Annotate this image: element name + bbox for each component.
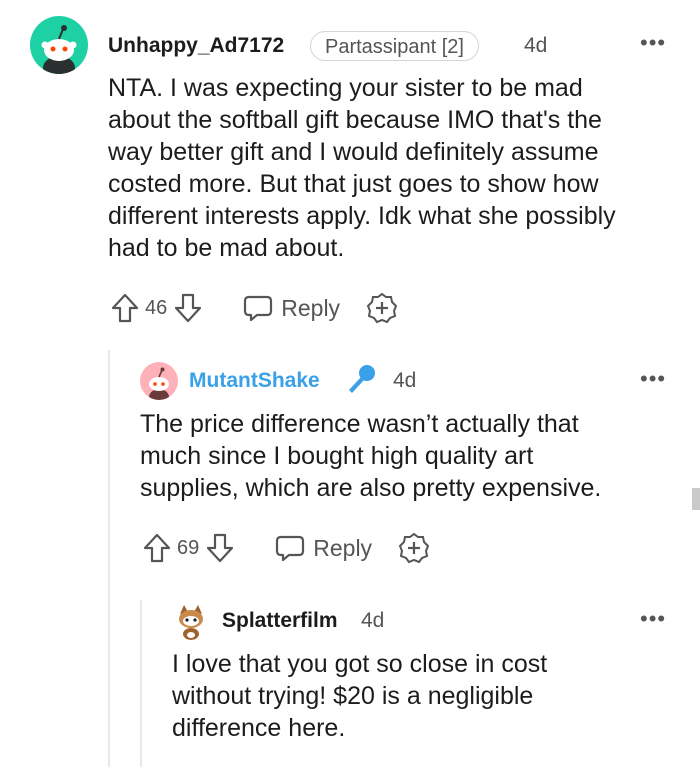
comment-bubble-icon bbox=[244, 295, 273, 322]
award-icon bbox=[366, 292, 398, 324]
comment-line: about the softball gift because IMO that… bbox=[108, 106, 602, 134]
thread-line[interactable] bbox=[140, 600, 142, 767]
downvote-icon[interactable] bbox=[205, 532, 235, 564]
award-button[interactable] bbox=[398, 532, 430, 564]
user-flair: Partassipant [2] bbox=[310, 31, 479, 61]
comment-line: different interests apply. Idk what she … bbox=[108, 202, 616, 230]
comment-line: supplies, which are also pretty expensiv… bbox=[140, 474, 602, 502]
comment-bubble-icon bbox=[276, 535, 305, 562]
scrollbar-thumb[interactable] bbox=[692, 488, 700, 510]
timestamp: 4d bbox=[393, 369, 417, 392]
comment-body: I love that you got so close in cost wit… bbox=[172, 648, 687, 744]
award-icon bbox=[398, 532, 430, 564]
comment-body: The price difference wasn’t actually tha… bbox=[140, 408, 685, 504]
comment-line: I love that you got so close in cost bbox=[172, 650, 548, 678]
avatar[interactable] bbox=[172, 602, 210, 640]
vote-count: 69 bbox=[177, 536, 200, 559]
username[interactable]: Splatterfilm bbox=[222, 609, 338, 633]
award-button[interactable] bbox=[366, 292, 398, 324]
reply-label: Reply bbox=[313, 534, 373, 561]
reply-button[interactable]: Reply bbox=[275, 534, 372, 562]
comment-line: much since I bought high quality art bbox=[140, 442, 534, 470]
comment-actions: 69 Reply bbox=[142, 530, 430, 566]
downvote-icon[interactable] bbox=[173, 292, 203, 324]
comment-body: NTA. I was expecting your sister to be m… bbox=[108, 72, 688, 264]
timestamp: 4d bbox=[361, 609, 385, 632]
upvote-icon[interactable] bbox=[110, 292, 140, 324]
more-options-button[interactable]: ••• bbox=[640, 32, 666, 54]
snoo-avatar-icon bbox=[41, 25, 77, 74]
more-options-button[interactable]: ••• bbox=[640, 368, 666, 390]
thread-line[interactable] bbox=[108, 350, 110, 767]
microphone-icon bbox=[349, 365, 375, 393]
upvote-icon[interactable] bbox=[142, 532, 172, 564]
comment-line: difference here. bbox=[172, 714, 346, 742]
timestamp: 4d bbox=[524, 34, 548, 57]
snoo-avatar-icon bbox=[179, 605, 203, 640]
vote-count: 46 bbox=[145, 296, 168, 319]
more-options-button[interactable]: ••• bbox=[640, 608, 666, 630]
avatar[interactable] bbox=[140, 362, 178, 400]
reply-label: Reply bbox=[281, 294, 341, 321]
comment-line: The price difference wasn’t actually tha… bbox=[140, 410, 579, 438]
username[interactable]: Unhappy_Ad7172 bbox=[108, 34, 284, 58]
reply-button[interactable]: Reply bbox=[243, 294, 340, 322]
snoo-avatar-icon bbox=[149, 367, 169, 400]
comment-line: costed more. But that just goes to show … bbox=[108, 170, 599, 198]
username[interactable]: MutantShake bbox=[189, 369, 320, 393]
avatar[interactable] bbox=[30, 16, 88, 74]
comment-actions: 46 Reply bbox=[110, 290, 398, 326]
comment-line: without trying! $20 is a negligible bbox=[172, 682, 534, 710]
comment-line: way better gift and I would definitely a… bbox=[108, 138, 599, 166]
comment-line: had to be mad about. bbox=[108, 234, 345, 262]
comment-line: NTA. I was expecting your sister to be m… bbox=[108, 74, 583, 102]
